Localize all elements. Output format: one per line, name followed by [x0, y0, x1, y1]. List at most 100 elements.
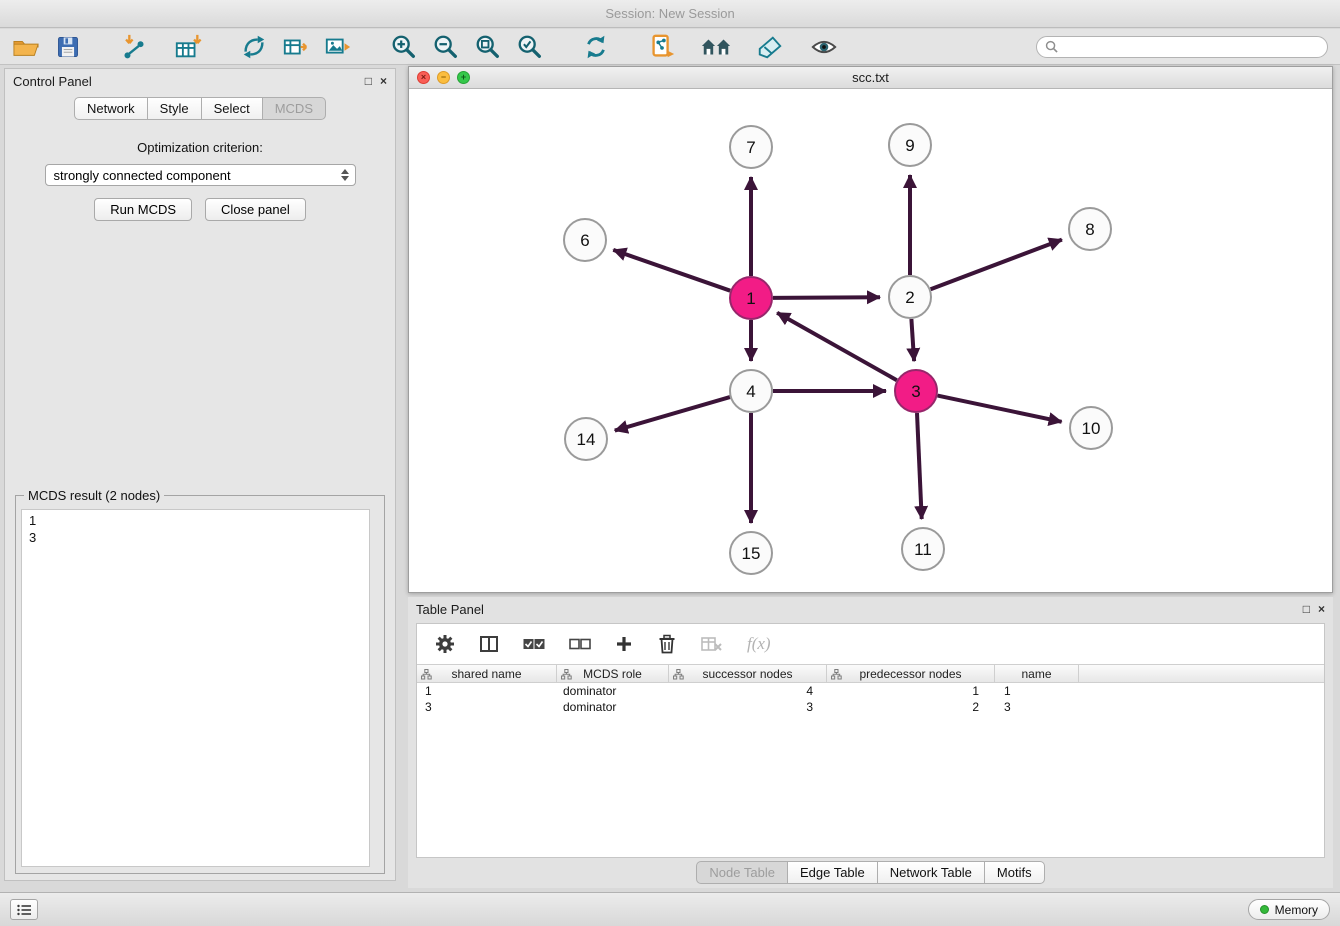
tab-network-table[interactable]: Network Table [877, 861, 985, 884]
open-file-button[interactable] [8, 31, 44, 63]
zoom-fit-button[interactable] [470, 31, 506, 63]
network-edge-3-10[interactable] [938, 396, 1062, 422]
column-header-name[interactable]: name [995, 665, 1079, 682]
tab-motifs[interactable]: Motifs [984, 861, 1045, 884]
svg-text:3: 3 [911, 382, 920, 401]
cell-name[interactable]: 3 [995, 700, 1079, 714]
network-window-titlebar[interactable]: × − + scc.txt [409, 67, 1332, 89]
zoom-out-button[interactable] [428, 31, 464, 63]
network-node-2[interactable]: 2 [889, 276, 931, 318]
network-edge-2-8[interactable] [931, 240, 1062, 290]
import-network-button[interactable] [116, 31, 152, 63]
cell-shared-name[interactable]: 3 [417, 700, 557, 714]
svg-text:15: 15 [742, 544, 761, 563]
cell-shared-name[interactable]: 1 [417, 684, 557, 698]
close-panel-icon[interactable]: × [380, 75, 387, 87]
tab-style[interactable]: Style [147, 97, 202, 120]
network-edge-1-6[interactable] [613, 250, 730, 291]
network-node-6[interactable]: 6 [564, 219, 606, 261]
curved-arrows-icon [240, 33, 268, 61]
network-node-11[interactable]: 11 [902, 528, 944, 570]
refresh-icon [582, 33, 610, 61]
column-header-successor-nodes[interactable]: successor nodes [669, 665, 827, 682]
network-node-1[interactable]: 1 [730, 277, 772, 319]
zoom-selected-button[interactable] [512, 31, 548, 63]
function-builder-button[interactable]: f(x) [747, 634, 771, 654]
home-button[interactable] [698, 31, 734, 63]
add-column-button[interactable] [615, 635, 633, 653]
svg-text:10: 10 [1082, 419, 1101, 438]
export-image-button[interactable] [320, 31, 356, 63]
svg-text:8: 8 [1085, 220, 1094, 239]
task-history-button[interactable] [10, 899, 38, 920]
document-share-button[interactable] [644, 31, 680, 63]
import-table-button[interactable] [170, 31, 206, 63]
tab-network[interactable]: Network [74, 97, 148, 120]
main-toolbar [0, 29, 1340, 65]
delete-table-button[interactable] [701, 635, 723, 653]
float-panel-icon[interactable]: □ [365, 75, 372, 87]
image-export-icon [324, 33, 352, 61]
table-row[interactable]: 3 dominator 3 2 3 [417, 699, 1324, 715]
cell-mcds-role[interactable]: dominator [557, 700, 669, 714]
application-window: Session: New Session [0, 0, 1340, 926]
cell-successor-nodes[interactable]: 3 [669, 700, 827, 714]
criterion-dropdown[interactable]: strongly connected component [45, 164, 356, 186]
share-network-button[interactable] [236, 31, 272, 63]
column-header-mcds-role[interactable]: MCDS role [557, 665, 669, 682]
search-box[interactable] [1036, 36, 1328, 58]
close-panel-button[interactable]: Close panel [205, 198, 306, 221]
delete-table-icon [701, 635, 723, 653]
network-edge-4-14[interactable] [615, 397, 730, 431]
folder-open-icon [12, 34, 40, 60]
window-close-icon[interactable]: × [417, 71, 430, 84]
network-node-10[interactable]: 10 [1070, 407, 1112, 449]
network-node-9[interactable]: 9 [889, 124, 931, 166]
search-input[interactable] [1063, 39, 1319, 54]
column-tree-icon [831, 669, 842, 680]
close-panel-icon[interactable]: × [1318, 603, 1325, 615]
network-node-15[interactable]: 15 [730, 532, 772, 574]
refresh-button[interactable] [578, 31, 614, 63]
column-header-predecessor-nodes[interactable]: predecessor nodes [827, 665, 995, 682]
network-edge-3-11[interactable] [917, 413, 922, 519]
network-node-14[interactable]: 14 [565, 418, 607, 460]
deselect-all-button[interactable] [569, 638, 591, 650]
window-zoom-icon[interactable]: + [457, 71, 470, 84]
tab-mcds[interactable]: MCDS [262, 97, 326, 120]
export-table-button[interactable] [278, 31, 314, 63]
network-edge-3-1[interactable] [777, 313, 897, 381]
cell-name[interactable]: 1 [995, 684, 1079, 698]
cell-predecessor-nodes[interactable]: 1 [827, 684, 995, 698]
network-edge-1-2[interactable] [773, 297, 880, 298]
table-panel: Table Panel □ × [408, 597, 1333, 888]
tab-select[interactable]: Select [201, 97, 263, 120]
select-all-button[interactable] [523, 638, 545, 650]
mcds-result-list[interactable]: 1 3 [21, 509, 370, 867]
run-mcds-button[interactable]: Run MCDS [94, 198, 192, 221]
delete-column-button[interactable] [657, 634, 677, 654]
network-node-4[interactable]: 4 [730, 370, 772, 412]
zoom-in-button[interactable] [386, 31, 422, 63]
style-apply-button[interactable] [752, 31, 788, 63]
network-edge-2-3[interactable] [911, 319, 914, 361]
network-node-8[interactable]: 8 [1069, 208, 1111, 250]
save-session-button[interactable] [50, 31, 86, 63]
table-row[interactable]: 1 dominator 4 1 1 [417, 683, 1324, 699]
float-panel-icon[interactable]: □ [1303, 603, 1310, 615]
network-node-7[interactable]: 7 [730, 126, 772, 168]
table-settings-button[interactable] [435, 634, 455, 654]
memory-button[interactable]: Memory [1248, 899, 1330, 920]
tab-edge-table[interactable]: Edge Table [787, 861, 878, 884]
network-canvas[interactable]: 7 9 6 8 1 2 4 3 10 14 15 11 [409, 89, 1332, 592]
tab-node-table[interactable]: Node Table [696, 861, 788, 884]
cell-predecessor-nodes[interactable]: 2 [827, 700, 995, 714]
cell-successor-nodes[interactable]: 4 [669, 684, 827, 698]
window-minimize-icon[interactable]: − [437, 71, 450, 84]
cell-mcds-role[interactable]: dominator [557, 684, 669, 698]
control-panel-tabs: Network Style Select MCDS [5, 97, 395, 120]
column-header-shared-name[interactable]: shared name [417, 665, 557, 682]
network-node-3[interactable]: 3 [895, 370, 937, 412]
show-hide-button[interactable] [806, 31, 842, 63]
show-columns-button[interactable] [479, 634, 499, 654]
